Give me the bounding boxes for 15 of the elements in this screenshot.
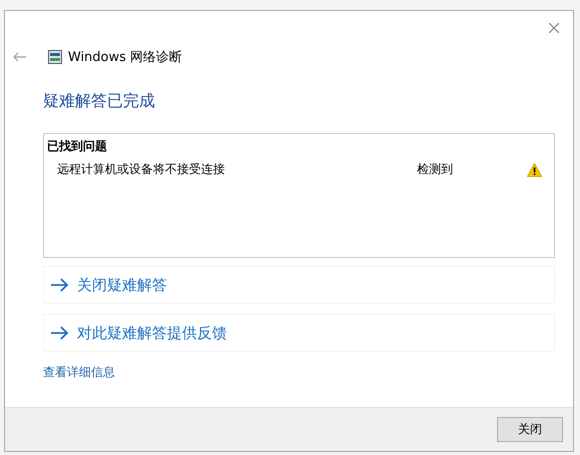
close-button[interactable]: 关闭	[497, 417, 563, 442]
problem-status: 检测到	[417, 161, 454, 178]
command-link[interactable]: 对此疑难解答提供反馈	[43, 314, 555, 352]
close-icon[interactable]	[549, 23, 559, 33]
problems-title: 已找到问题	[47, 138, 108, 155]
window-title: Windows 网络诊断	[68, 49, 182, 66]
heading: 疑难解答已完成	[43, 91, 156, 112]
problem-name: 远程计算机或设备将不接受连接	[57, 161, 226, 178]
arrow-icon	[50, 278, 69, 292]
command-link[interactable]: 关闭疑难解答	[43, 266, 555, 304]
arrow-icon	[50, 326, 69, 340]
network-diagnostics-icon	[48, 50, 62, 64]
warning-icon	[527, 162, 542, 176]
details-link[interactable]: 查看详细信息	[43, 364, 115, 381]
back-arrow-icon[interactable]	[13, 52, 26, 62]
